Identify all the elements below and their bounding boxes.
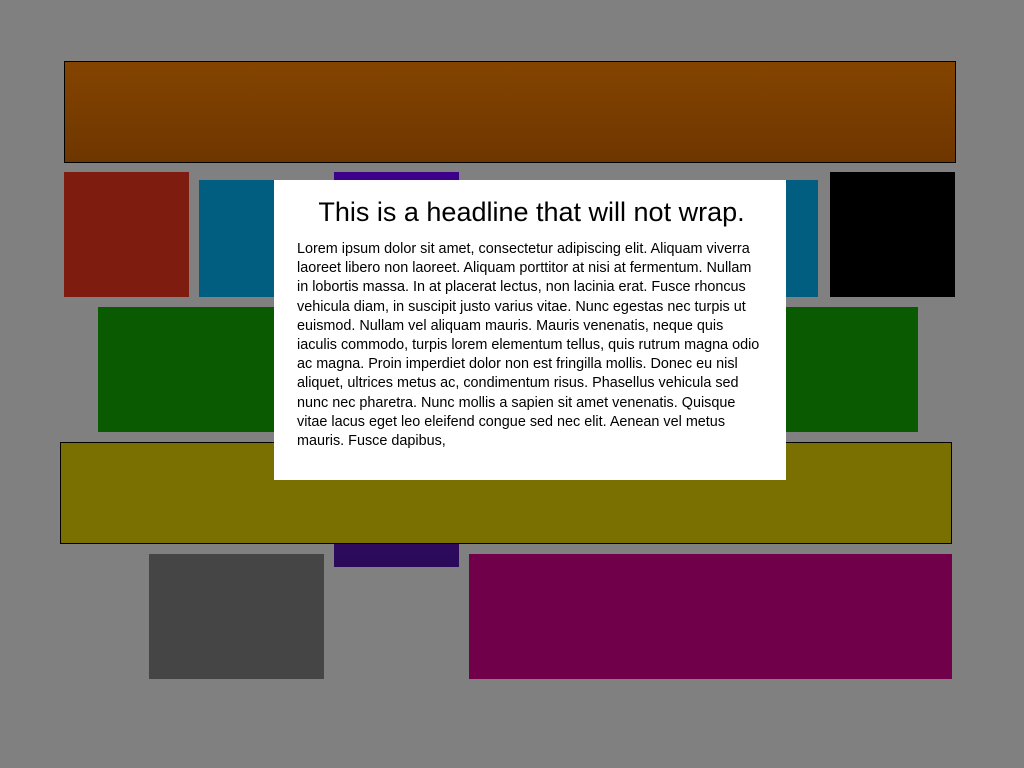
dialog-body-text: Lorem ipsum dolor sit amet, consectetur … bbox=[297, 241, 760, 450]
tile-red bbox=[64, 172, 189, 297]
dialog-headline: This is a headline that will not wrap. bbox=[318, 197, 745, 227]
content-dialog: This is a headline that will not wrap. L… bbox=[274, 180, 786, 480]
tile-dark-grey bbox=[149, 554, 324, 679]
tile-magenta bbox=[469, 554, 952, 679]
tile-brown bbox=[64, 61, 956, 163]
tile-black bbox=[830, 172, 955, 297]
